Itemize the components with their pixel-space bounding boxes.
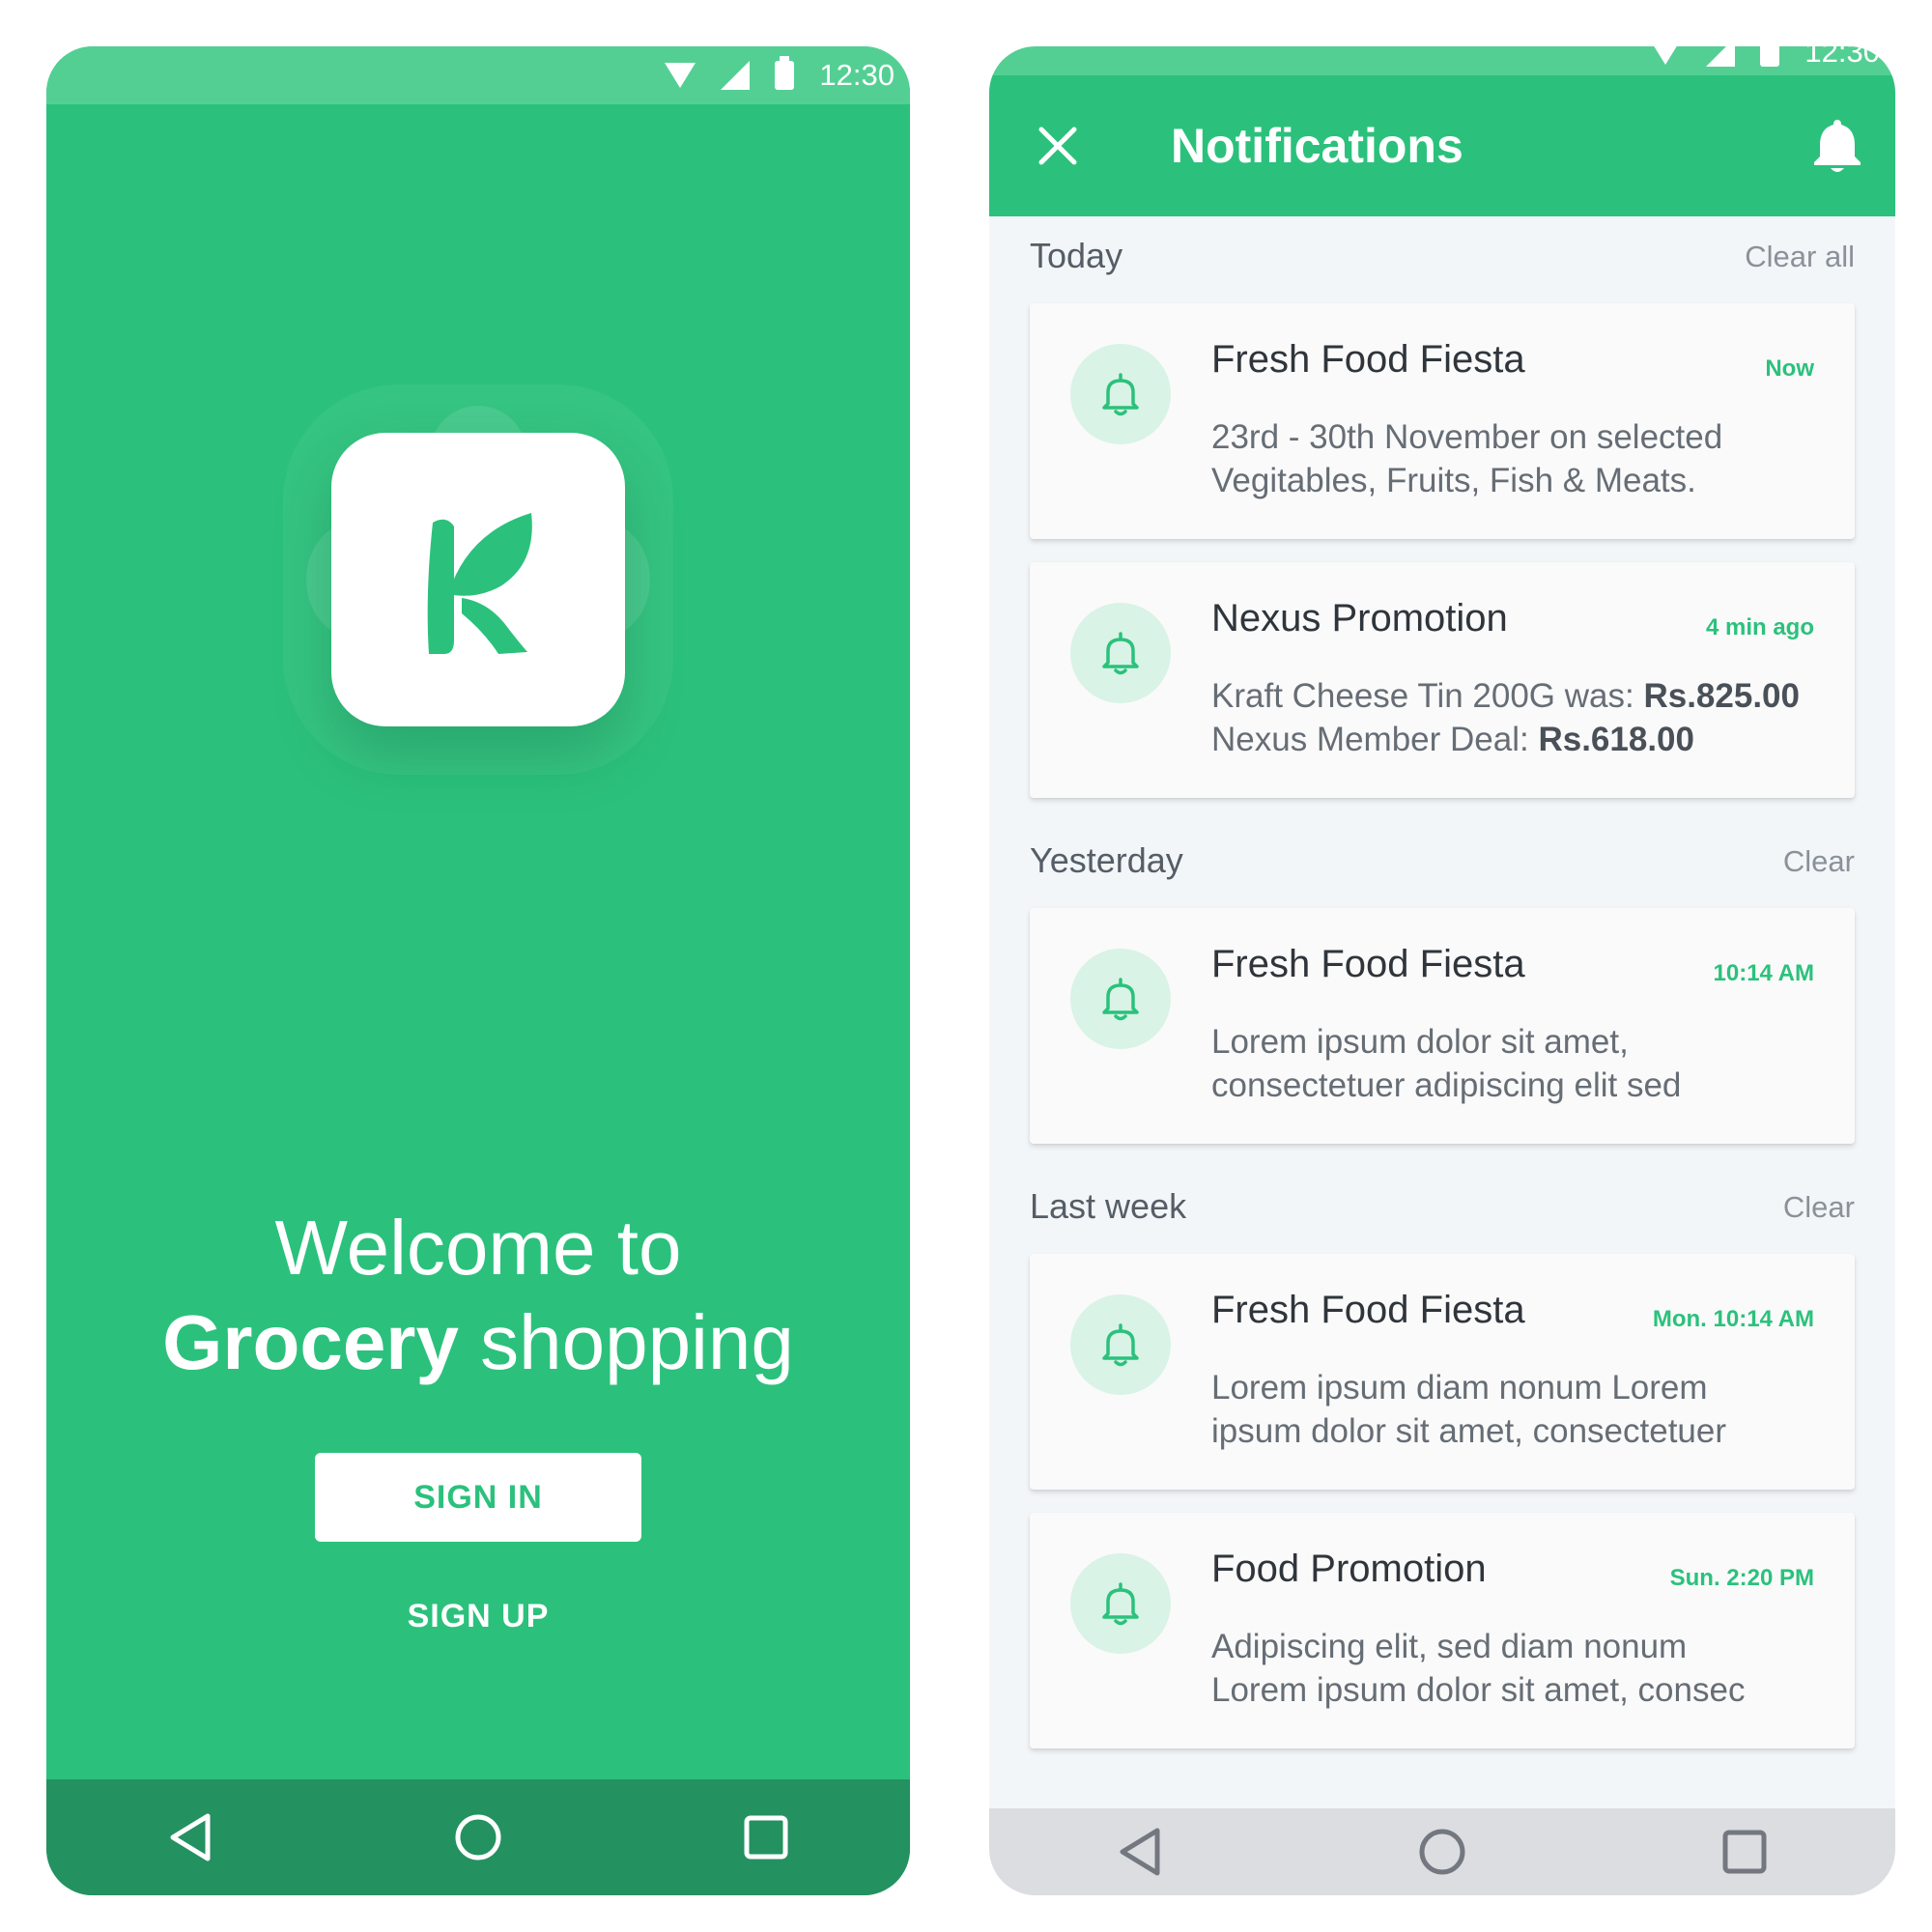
- home-button[interactable]: [1413, 1823, 1471, 1881]
- system-nav-bar: [989, 1808, 1895, 1895]
- notification-time: Sun. 2:20 PM: [1669, 1565, 1814, 1591]
- notification-card[interactable]: Food Promotion Sun. 2:20 PM Adipiscing e…: [1030, 1513, 1855, 1748]
- notification-time: Now: [1765, 355, 1814, 382]
- section-header-last-week: Last week Clear: [1030, 1186, 1855, 1235]
- signal-icon: [721, 61, 751, 90]
- notification-title: Fresh Food Fiesta: [1211, 1289, 1525, 1331]
- wifi-icon: [665, 63, 696, 88]
- welcome-rest: shopping: [458, 1299, 794, 1385]
- notification-title: Fresh Food Fiesta: [1211, 338, 1525, 381]
- notification-icon: [1070, 603, 1171, 703]
- status-time: 12:30: [1804, 46, 1880, 69]
- back-triangle-icon: [1120, 1828, 1160, 1876]
- notification-icon: [1070, 344, 1171, 444]
- sign-in-button[interactable]: SIGN IN: [315, 1453, 641, 1542]
- bell-outline-icon: [1102, 373, 1139, 416]
- notification-time: Mon. 10:14 AM: [1652, 1306, 1814, 1332]
- bell-outline-icon: [1102, 632, 1139, 675]
- welcome-bold-word: Grocery: [162, 1299, 459, 1385]
- body-line: Lorem ipsum dolor sit amet,: [1211, 1023, 1629, 1061]
- price-label: Nexus Member Deal:: [1211, 721, 1539, 758]
- notification-card[interactable]: Fresh Food Fiesta Mon. 10:14 AM Lorem ip…: [1030, 1254, 1855, 1490]
- back-button[interactable]: [1111, 1823, 1169, 1881]
- recents-square-icon: [744, 1815, 788, 1860]
- body-line: ipsum dolor sit amet, consectetuer: [1211, 1412, 1727, 1450]
- body-line: consectetuer adipiscing elit sed: [1211, 1066, 1682, 1104]
- welcome-screen: 12:30 Welcome to Grocery shopping SIGN I…: [46, 46, 910, 1895]
- notification-title: Food Promotion: [1211, 1548, 1487, 1590]
- welcome-line1: Welcome to: [274, 1205, 682, 1291]
- wifi-icon: [1650, 46, 1682, 65]
- system-nav-bar: [46, 1779, 910, 1895]
- close-button[interactable]: [1034, 122, 1082, 170]
- old-price: Rs.825.00: [1643, 677, 1800, 715]
- body-line: 23rd - 30th November on selected: [1211, 418, 1723, 456]
- back-triangle-icon: [170, 1813, 211, 1861]
- member-price: Rs.618.00: [1538, 721, 1694, 758]
- section-title: Today: [1030, 236, 1123, 275]
- bell-outline-icon: [1102, 1582, 1139, 1626]
- notifications-screen: 12:30 Notifications Today Clear all Fres…: [989, 46, 1895, 1895]
- notification-body: Lorem ipsum diam nonum Lorem ipsum dolor…: [1211, 1366, 1820, 1453]
- status-time: 12:30: [819, 58, 895, 92]
- recents-button[interactable]: [737, 1808, 795, 1866]
- clear-all-button[interactable]: Clear all: [1745, 240, 1855, 274]
- notification-body: Lorem ipsum dolor sit amet, consectetuer…: [1211, 1020, 1820, 1107]
- body-line: Lorem ipsum diam nonum Lorem: [1211, 1369, 1708, 1406]
- home-button[interactable]: [449, 1808, 507, 1866]
- bell-outline-icon: [1102, 978, 1139, 1021]
- clear-button[interactable]: Clear: [1783, 1190, 1855, 1225]
- signal-icon: [1706, 46, 1736, 67]
- sign-up-button[interactable]: SIGN UP: [315, 1582, 641, 1650]
- notification-icon: [1070, 1294, 1171, 1395]
- notification-icon: [1070, 949, 1171, 1049]
- home-circle-icon: [455, 1814, 501, 1861]
- status-bar: 12:30: [46, 46, 910, 104]
- section-title: Yesterday: [1030, 840, 1183, 880]
- clear-button[interactable]: Clear: [1783, 844, 1855, 879]
- notification-title: Fresh Food Fiesta: [1211, 943, 1525, 985]
- notifications-bell-button[interactable]: [1808, 116, 1866, 176]
- battery-icon: [775, 56, 795, 90]
- notification-card[interactable]: Fresh Food Fiesta 10:14 AM Lorem ipsum d…: [1030, 908, 1855, 1144]
- section-header-yesterday: Yesterday Clear: [1030, 840, 1855, 889]
- body-line: Lorem ipsum dolor sit amet, consec: [1211, 1671, 1746, 1709]
- welcome-heading: Welcome to Grocery shopping: [46, 1201, 910, 1390]
- notification-body: Adipiscing elit, sed diam nonum Lorem ip…: [1211, 1625, 1820, 1712]
- notification-icon: [1070, 1553, 1171, 1654]
- notification-body: Kraft Cheese Tin 200G was: Rs.825.00 Nex…: [1211, 674, 1820, 761]
- battery-icon: [1760, 46, 1780, 67]
- recents-button[interactable]: [1716, 1823, 1774, 1881]
- body-line: Adipiscing elit, sed diam nonum: [1211, 1628, 1688, 1665]
- notification-title: Nexus Promotion: [1211, 597, 1508, 639]
- section-header-today: Today Clear all: [1030, 236, 1855, 284]
- notification-body: 23rd - 30th November on selected Vegitab…: [1211, 415, 1820, 502]
- price-label: Kraft Cheese Tin 200G was:: [1211, 677, 1644, 715]
- section-title: Last week: [1030, 1186, 1187, 1226]
- home-circle-icon: [1419, 1829, 1465, 1875]
- leaf-k-logo-icon: [427, 513, 532, 654]
- recents-square-icon: [1722, 1830, 1767, 1874]
- notification-card[interactable]: Nexus Promotion 4 min ago Kraft Cheese T…: [1030, 562, 1855, 798]
- app-logo: [283, 384, 673, 775]
- bell-outline-icon: [1102, 1323, 1139, 1367]
- notification-time: 10:14 AM: [1713, 960, 1814, 986]
- close-icon: [1038, 127, 1077, 165]
- notification-card[interactable]: Fresh Food Fiesta Now 23rd - 30th Novemb…: [1030, 303, 1855, 539]
- status-bar: 12:30: [989, 46, 1895, 75]
- page-title: Notifications: [1171, 119, 1463, 173]
- notification-time: 4 min ago: [1705, 614, 1814, 640]
- bell-icon: [1814, 120, 1861, 172]
- body-line: Vegitables, Fruits, Fish & Meats.: [1211, 462, 1696, 499]
- app-bar: Notifications: [989, 75, 1895, 216]
- back-button[interactable]: [161, 1808, 219, 1866]
